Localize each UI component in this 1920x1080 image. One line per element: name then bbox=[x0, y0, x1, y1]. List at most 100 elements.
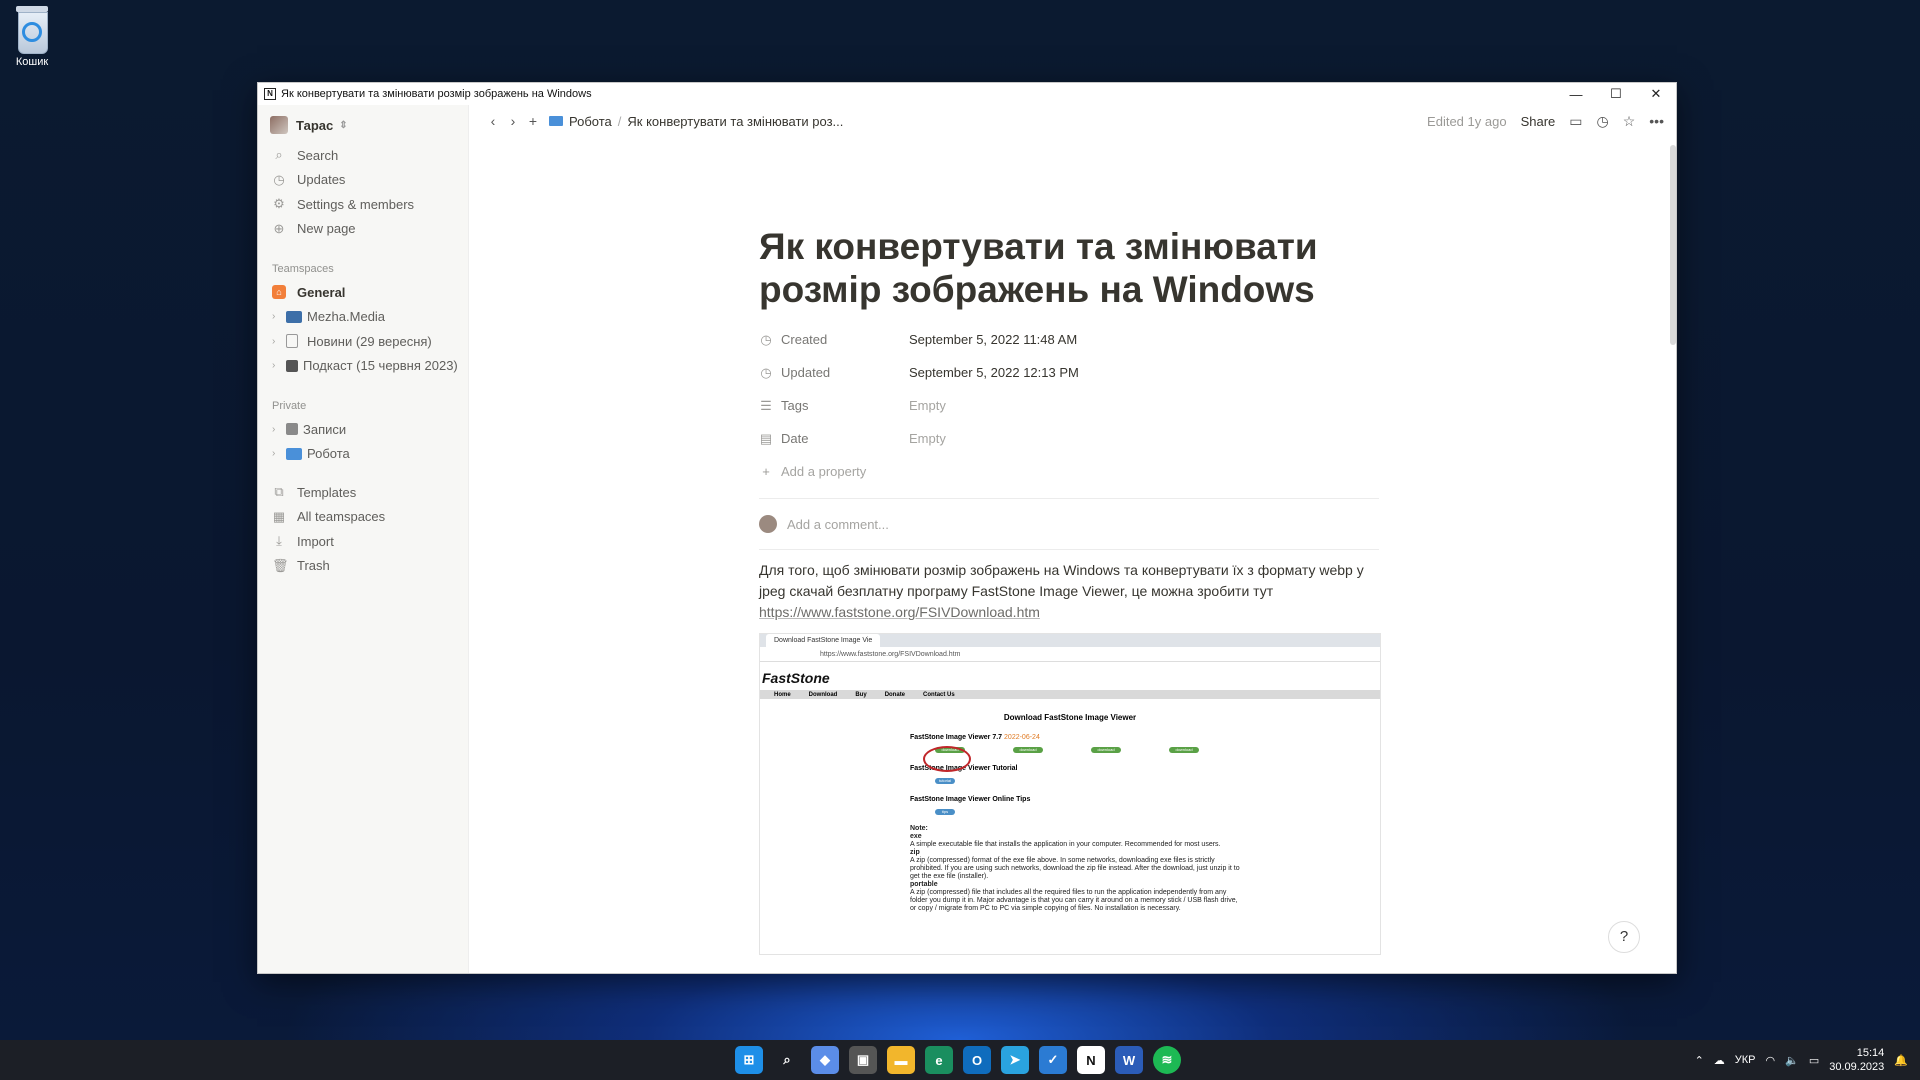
notebook-icon bbox=[286, 423, 298, 436]
edge-icon[interactable]: e bbox=[925, 1046, 953, 1074]
comment-icon[interactable]: ▭ bbox=[1569, 113, 1582, 130]
sidebar-item-news[interactable]: › Новини (29 вересня) bbox=[258, 329, 468, 354]
download-heading: Download FastStone Image Viewer bbox=[1003, 713, 1137, 722]
microphone-icon bbox=[286, 359, 298, 372]
maximize-button[interactable]: ☐ bbox=[1596, 86, 1636, 102]
workspace-switcher[interactable]: Тарас ⇕ bbox=[270, 113, 468, 137]
sidebar-item-podcast[interactable]: › Подкаст (15 червня 2023) bbox=[258, 354, 468, 379]
sidebar-item-label: Trash bbox=[297, 558, 330, 574]
sidebar-item-label: Search bbox=[297, 147, 339, 163]
sidebar-item-templates[interactable]: ⧉ Templates bbox=[258, 480, 468, 505]
battery-icon[interactable]: ▭ bbox=[1809, 1054, 1819, 1067]
add-property-button[interactable]: + Add a property bbox=[759, 455, 1379, 488]
clock-icon: ◷ bbox=[760, 364, 772, 380]
close-button[interactable]: ✕ bbox=[1636, 86, 1676, 102]
sidebar-item-label: All teamspaces bbox=[297, 509, 386, 525]
sidebar-item-all-teamspaces[interactable]: ▦ All teamspaces bbox=[258, 505, 468, 530]
sidebar-item-trash[interactable]: 🗑 Trash bbox=[258, 554, 468, 579]
breadcrumb-current[interactable]: Як конвертувати та змінювати роз... bbox=[627, 114, 843, 129]
file-explorer-icon[interactable]: ▬ bbox=[887, 1046, 915, 1074]
edited-status: Edited 1y ago bbox=[1427, 113, 1507, 129]
browser-tab: Download FastStone Image Vie bbox=[766, 634, 881, 647]
word-icon[interactable]: W bbox=[1115, 1046, 1143, 1074]
property-created[interactable]: ◷ Created September 5, 2022 11:48 AM bbox=[759, 323, 1379, 356]
sidebar-item-notes[interactable]: › Записи bbox=[258, 417, 468, 442]
sidebar-item-general[interactable]: ⌂ General bbox=[258, 280, 468, 305]
comment-placeholder: Add a comment... bbox=[787, 516, 889, 532]
main-content: ‹ › + Робота / Як конвертувати та змінюв… bbox=[469, 105, 1676, 973]
menu-item: Buy bbox=[855, 691, 867, 698]
sidebar-item-mezha-media[interactable]: › Mezha.Media bbox=[258, 305, 468, 330]
comment-input[interactable]: Add a comment... bbox=[759, 509, 1379, 539]
chevron-right-icon[interactable]: › bbox=[272, 311, 280, 322]
sidebar-item-label: Import bbox=[297, 533, 334, 549]
back-arrow-icon[interactable]: ‹ bbox=[483, 113, 503, 129]
sidebar-item-work[interactable]: › Робота bbox=[258, 442, 468, 467]
sidebar-item-new-page[interactable]: ⊕ New page bbox=[258, 217, 468, 242]
sidebar-item-settings[interactable]: ⚙ Settings & members bbox=[258, 192, 468, 217]
forward-arrow-icon[interactable]: › bbox=[503, 113, 523, 129]
sidebar-item-search[interactable]: ⌕ Search bbox=[258, 143, 468, 168]
sidebar-item-import[interactable]: ⤓ Import bbox=[258, 529, 468, 554]
task-view-icon[interactable]: ▣ bbox=[849, 1046, 877, 1074]
clock-icon: ◷ bbox=[760, 331, 772, 347]
browser-tabbar: Download FastStone Image Vie bbox=[760, 634, 1380, 647]
clock-time: 15:14 bbox=[1856, 1047, 1885, 1059]
recycle-bin-desktop-icon[interactable]: Кошик bbox=[6, 6, 58, 68]
property-date[interactable]: ▤ Date Empty bbox=[759, 422, 1379, 455]
chevron-right-icon[interactable]: › bbox=[272, 336, 280, 347]
help-button[interactable]: ? bbox=[1608, 921, 1640, 953]
volume-icon[interactable]: 🔈 bbox=[1785, 1054, 1799, 1067]
chevron-up-icon[interactable]: ⌃ bbox=[1695, 1054, 1704, 1067]
embedded-screenshot[interactable]: Download FastStone Image Vie https://www… bbox=[759, 633, 1381, 955]
building-icon: ▦ bbox=[272, 508, 286, 524]
notion-window: N Як конвертувати та змінювати розмір зо… bbox=[257, 82, 1677, 974]
add-property-label: Add a property bbox=[781, 464, 867, 479]
outlook-icon[interactable]: O bbox=[963, 1046, 991, 1074]
page-title[interactable]: Як конвертувати та змінювати розмір зобр… bbox=[759, 225, 1379, 311]
widgets-icon[interactable]: ◆ bbox=[811, 1046, 839, 1074]
notification-bell-icon[interactable]: 🔔 bbox=[1894, 1054, 1908, 1067]
search-icon[interactable]: ⌕ bbox=[773, 1046, 801, 1074]
divider bbox=[759, 498, 1379, 499]
download-icon: ⤓ bbox=[276, 533, 282, 549]
window-titlebar[interactable]: N Як конвертувати та змінювати розмір зо… bbox=[258, 83, 1676, 105]
divider bbox=[759, 549, 1379, 550]
sidebar-item-updates[interactable]: ◷ Updates bbox=[258, 168, 468, 193]
property-value: Empty bbox=[909, 431, 946, 446]
notion-icon[interactable]: N bbox=[1077, 1046, 1105, 1074]
property-tags[interactable]: ☰ Tags Empty bbox=[759, 389, 1379, 422]
chevron-right-icon[interactable]: › bbox=[272, 424, 280, 435]
download-link[interactable]: https://www.faststone.org/FSIVDownload.h… bbox=[759, 604, 1040, 620]
download-portable: download bbox=[1169, 747, 1199, 753]
scrollbar[interactable] bbox=[1670, 145, 1676, 345]
history-icon[interactable]: ◷ bbox=[1597, 113, 1609, 130]
more-icon[interactable]: ••• bbox=[1649, 113, 1664, 129]
star-icon[interactable]: ☆ bbox=[1623, 113, 1636, 130]
chevron-right-icon[interactable]: › bbox=[272, 360, 280, 371]
add-icon[interactable]: + bbox=[523, 113, 543, 129]
language-indicator[interactable]: УКР bbox=[1735, 1054, 1756, 1066]
body-paragraph[interactable]: Для того, щоб змінювати розмір зображень… bbox=[759, 560, 1379, 623]
clock[interactable]: 15:14 30.09.2023 bbox=[1829, 1046, 1884, 1074]
telegram-icon[interactable]: ➤ bbox=[1001, 1046, 1029, 1074]
breadcrumb-separator: / bbox=[617, 113, 622, 129]
spotify-icon[interactable]: ≋ bbox=[1153, 1046, 1181, 1074]
property-updated[interactable]: ◷ Updated September 5, 2022 12:13 PM bbox=[759, 356, 1379, 389]
wifi-icon[interactable]: ◠ bbox=[1766, 1054, 1776, 1067]
start-icon[interactable]: ⊞ bbox=[735, 1046, 763, 1074]
note-label: Note: bbox=[910, 825, 928, 832]
todo-icon[interactable]: ✓ bbox=[1039, 1046, 1067, 1074]
onedrive-icon[interactable]: ☁ bbox=[1714, 1054, 1725, 1067]
note-zip: zip bbox=[910, 849, 920, 856]
sidebar-item-label: Mezha.Media bbox=[307, 309, 386, 325]
chevron-right-icon[interactable]: › bbox=[272, 448, 280, 459]
system-tray: ⌃ ☁ УКР ◠ 🔈 ▭ 15:14 30.09.2023 🔔 bbox=[1695, 1040, 1908, 1080]
breadcrumb-parent[interactable]: Робота bbox=[569, 114, 612, 129]
note-exe-desc: A simple executable file that installs t… bbox=[910, 841, 1221, 848]
tutorial-heading: FastStone Image Viewer Tutorial bbox=[910, 765, 1018, 772]
share-button[interactable]: Share bbox=[1521, 114, 1556, 129]
home-icon: ⌂ bbox=[272, 285, 286, 300]
minimize-button[interactable]: — bbox=[1556, 87, 1596, 102]
teamspaces-label: Teamspaces bbox=[272, 263, 334, 275]
